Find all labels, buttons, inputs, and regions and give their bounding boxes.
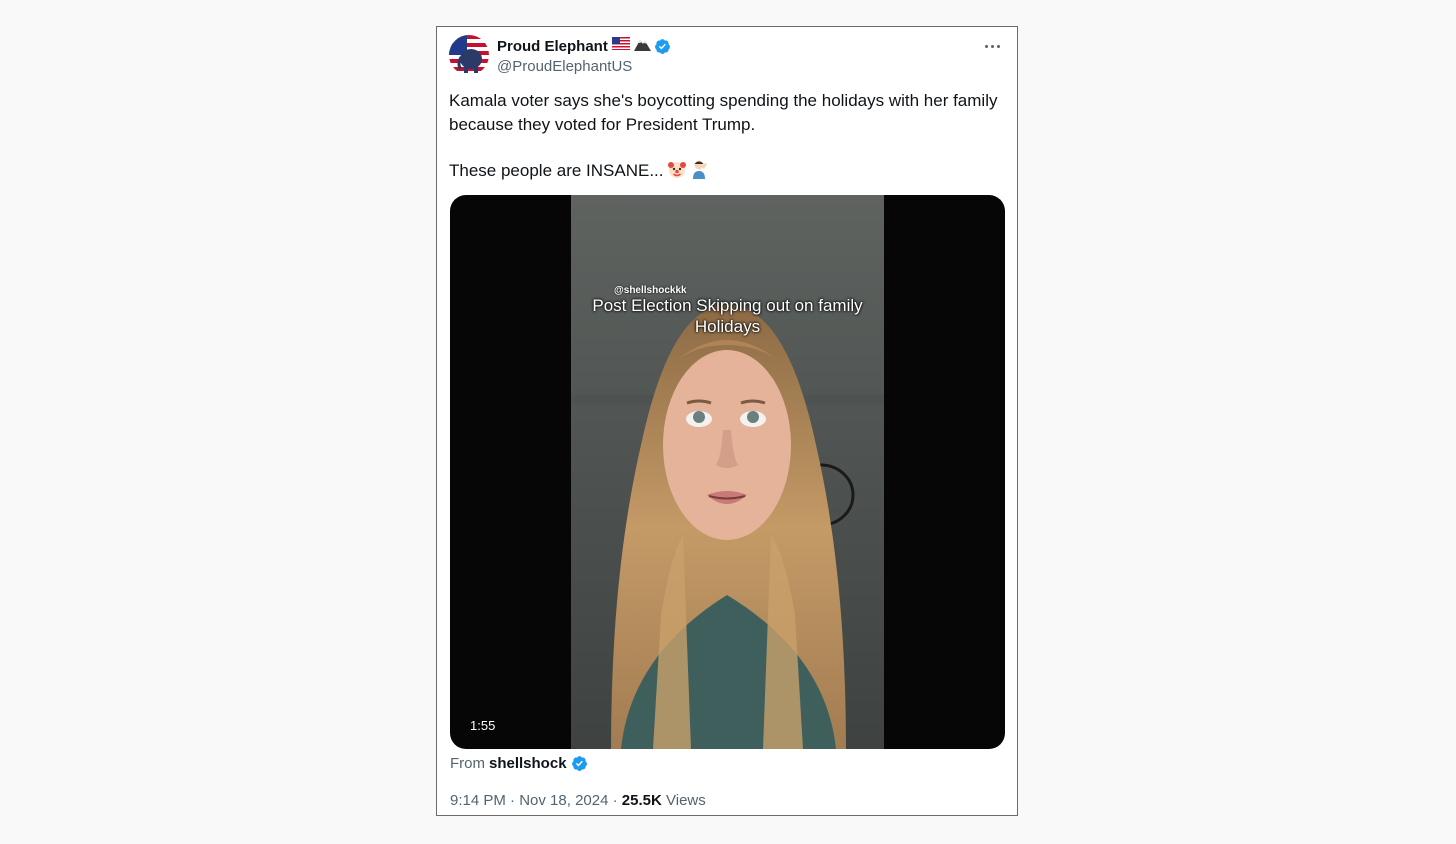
tweet-meta: 9:14 PM · Nov 18, 2024 · 25.5K Views [450,792,706,809]
tweet-text: Kamala voter says she's boycotting spend… [449,89,1009,186]
source-verified-badge-icon [571,755,588,772]
video-source: From shellshock [450,755,588,772]
views-count: 25.5K [621,792,662,809]
facepalm-icon [690,159,710,186]
tweet-time[interactable]: 9:14 PM [450,792,506,809]
video-frame [571,195,884,749]
source-name-link[interactable]: shellshock [489,755,567,772]
meta-separator: · [510,792,516,809]
video-player[interactable]: @shellshockkk Post Election Skipping out… [450,195,1005,749]
tweet-text-line2: These people are INSANE... [449,159,1009,186]
video-duration: 1:55 [470,718,496,733]
tweet-card: Proud Elephant @ProudElephantUS Kamala v… [436,26,1018,816]
tweet-text-line2-content: These people are INSANE... [449,161,664,180]
verified-badge-icon[interactable] [654,38,671,55]
clown-face-icon [667,159,687,186]
mountain-icon [633,36,651,56]
meta-separator: · [612,792,618,809]
tweet-text-line1: Kamala voter says she's boycotting spend… [449,91,998,134]
tweet-date[interactable]: Nov 18, 2024 [519,792,608,809]
handle[interactable]: @ProudElephantUS [497,58,671,75]
video-caption: Post Election Skipping out on family Hol… [592,296,863,336]
avatar[interactable] [449,35,489,75]
us-flag-icon [611,37,630,55]
more-options-icon[interactable] [983,39,1003,53]
views-label: Views [666,792,706,809]
author-block: Proud Elephant @ProudElephantUS [497,37,671,75]
display-name[interactable]: Proud Elephant [497,38,608,55]
source-prefix: From [450,755,485,772]
